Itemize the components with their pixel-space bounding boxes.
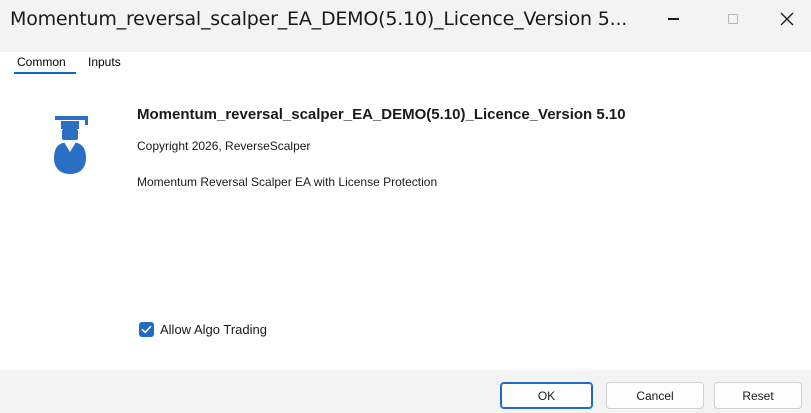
properties-dialog: Momentum_reversal_scalper_EA_DEMO(5.10)_… (0, 0, 811, 413)
title-bar[interactable]: Momentum_reversal_scalper_EA_DEMO(5.10)_… (0, 0, 811, 42)
reset-button[interactable]: Reset (714, 382, 802, 409)
window-title: Momentum_reversal_scalper_EA_DEMO(5.10)_… (10, 8, 628, 30)
maximize-button[interactable] (710, 0, 756, 38)
tab-inputs[interactable]: Inputs (88, 55, 121, 69)
minimize-button[interactable] (650, 0, 696, 38)
allow-algo-trading-option[interactable]: Allow Algo Trading (139, 320, 267, 338)
allow-algo-trading-checkbox[interactable] (139, 321, 154, 337)
close-button[interactable] (764, 0, 810, 38)
program-copyright: Copyright 2026, ReverseScalper (137, 139, 311, 153)
close-icon (780, 12, 794, 26)
ok-button[interactable]: OK (500, 382, 593, 409)
checkmark-icon (141, 325, 152, 333)
allow-algo-trading-label: Allow Algo Trading (160, 321, 267, 337)
cancel-button[interactable]: Cancel (606, 382, 704, 409)
tab-common[interactable]: Common (17, 55, 66, 69)
minimize-icon (667, 18, 679, 20)
graduate-icon (54, 116, 88, 174)
tab-bar: Common Inputs (0, 52, 811, 74)
program-name: Momentum_reversal_scalper_EA_DEMO(5.10)_… (137, 106, 626, 123)
maximize-icon (728, 14, 738, 24)
common-tab-panel: Momentum_reversal_scalper_EA_DEMO(5.10)_… (0, 74, 811, 370)
program-description: Momentum Reversal Scalper EA with Licens… (137, 175, 438, 189)
